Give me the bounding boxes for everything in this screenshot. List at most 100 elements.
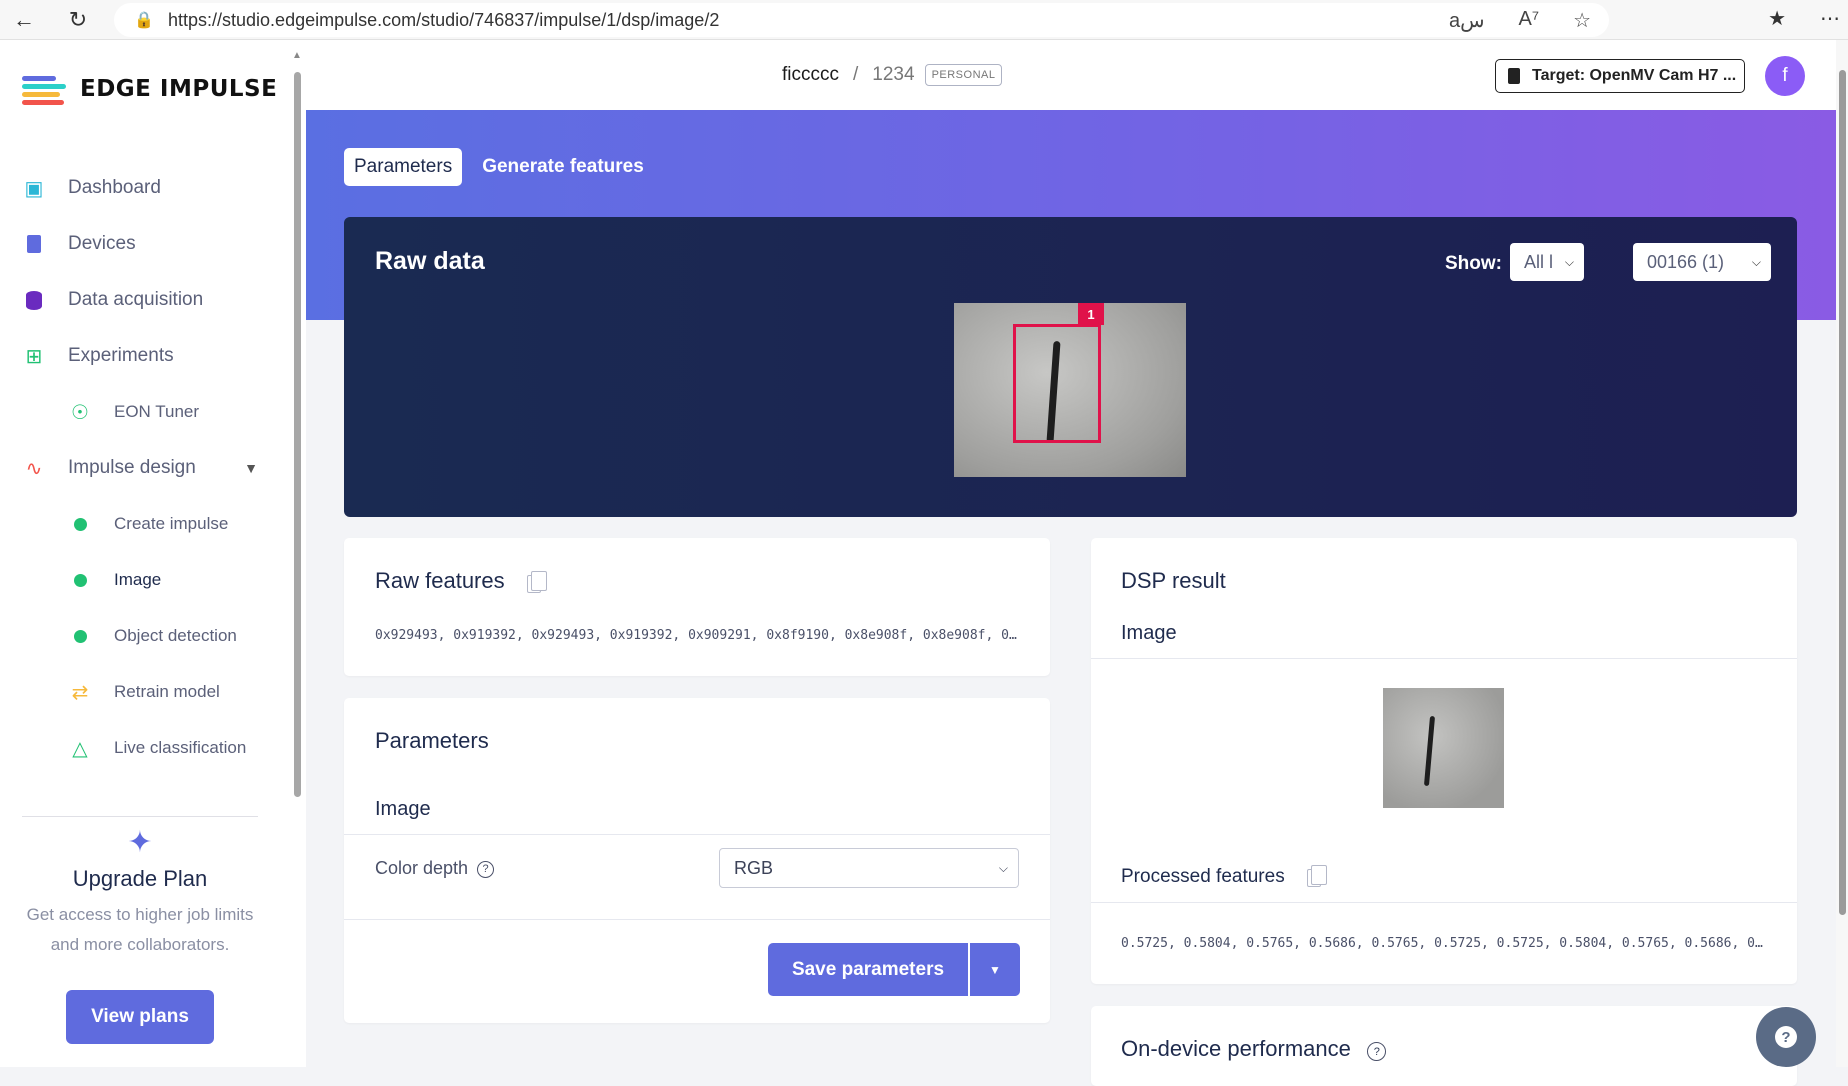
tab-bar: Parameters Generate features <box>344 148 654 186</box>
save-parameters-button[interactable]: Save parameters <box>768 943 968 996</box>
page-scrollbar[interactable] <box>1836 40 1848 1067</box>
help-icon[interactable]: ? <box>477 860 495 878</box>
sidebar-item-devices[interactable]: Devices <box>0 216 290 272</box>
help-chat-button[interactable]: ? <box>1756 1007 1816 1067</box>
project-owner[interactable]: ficcccc <box>782 64 839 86</box>
raw-data-title: Raw data <box>375 247 485 275</box>
refresh-icon[interactable]: ↻ <box>58 2 98 38</box>
translate-icon[interactable]: aس <box>1449 8 1485 33</box>
sidebar-item-experiments[interactable]: ⊞ Experiments <box>0 328 290 384</box>
sidebar-nav: ▣ Dashboard Devices Data acquisition ⊞ E… <box>0 160 290 776</box>
dsp-image-section-title: Image <box>1121 622 1177 644</box>
favorite-star-icon[interactable]: ☆ <box>1573 8 1591 33</box>
sidebar-item-impulse-design[interactable]: ∿ Impulse design ▼ <box>0 440 290 496</box>
database-icon <box>22 288 46 312</box>
dot-icon <box>68 624 92 648</box>
scroll-up-icon[interactable]: ▲ <box>292 50 302 61</box>
on-device-performance-card: On-device performance ? <box>1091 1006 1797 1086</box>
sidebar-item-dashboard[interactable]: ▣ Dashboard <box>0 160 290 216</box>
brand-name: EDGE IMPULSE <box>80 76 278 102</box>
divider <box>1091 902 1797 903</box>
browser-toolbar: ← ↻ 🔒 https://studio.edgeimpulse.com/stu… <box>0 0 1848 40</box>
address-bar[interactable]: 🔒 https://studio.edgeimpulse.com/studio/… <box>114 3 1609 37</box>
logo-icon <box>22 74 66 105</box>
question-icon: ? <box>1775 1026 1797 1048</box>
performance-header: On-device performance ? <box>1121 1036 1387 1062</box>
chip-icon <box>22 232 46 256</box>
raw-data-panel: Raw data Show: All l ⌵ 00166 (1) ⌵ 1 <box>344 217 1797 517</box>
compass-icon: ☉ <box>71 401 89 424</box>
help-icon[interactable]: ? <box>1367 1042 1387 1062</box>
scrollbar-thumb[interactable] <box>1839 70 1846 915</box>
sidebar-scrollbar[interactable]: ▲ <box>292 50 302 1060</box>
tab-parameters[interactable]: Parameters <box>344 148 463 186</box>
top-header: ficcccc / 1234 PERSONAL Target: OpenMV C… <box>306 40 1836 110</box>
project-id[interactable]: 1234 <box>872 64 914 86</box>
plan-badge: PERSONAL <box>924 64 1003 86</box>
chevron-down-icon: ⌵ <box>998 860 1008 875</box>
show-label: Show: <box>1445 253 1502 274</box>
sidebar-item-live-classification[interactable]: △ Live classification <box>0 720 290 776</box>
divider <box>1091 658 1797 659</box>
raw-features-title: Raw features <box>375 568 505 593</box>
brand-logo[interactable]: EDGE IMPULSE <box>22 74 278 105</box>
divider <box>344 919 1050 920</box>
sample-value: 00166 (1) <box>1647 251 1725 272</box>
lock-icon: 🔒 <box>134 12 154 29</box>
sidebar-item-image[interactable]: Image <box>0 552 290 608</box>
sidebar-item-label: Data acquisition <box>68 289 204 310</box>
sidebar-item-label: Dashboard <box>68 177 161 198</box>
sidebar-item-retrain-model[interactable]: ⇄ Retrain model <box>0 664 290 720</box>
scrollbar-thumb[interactable] <box>294 72 301 797</box>
back-icon[interactable]: ← <box>4 2 44 38</box>
target-label: Target: OpenMV Cam H7 ... <box>1532 67 1737 84</box>
save-options-caret[interactable]: ▼ <box>970 943 1020 996</box>
sidebar-item-create-impulse[interactable]: Create impulse <box>0 496 290 552</box>
target-device-button[interactable]: Target: OpenMV Cam H7 ... <box>1495 59 1745 93</box>
favorites-icon[interactable]: ★ <box>1768 6 1786 31</box>
dsp-result-title: DSP result <box>1121 568 1226 593</box>
divider <box>344 834 1050 835</box>
color-depth-select[interactable]: RGB ⌵ <box>719 848 1019 888</box>
monitor-icon: ▣ <box>24 177 44 200</box>
raw-features-card: Raw features 0x929493, 0x919392, 0x92949… <box>344 538 1050 676</box>
color-depth-label-text: Color depth <box>375 858 469 878</box>
sample-select[interactable]: 00166 (1) ⌵ <box>1633 243 1771 281</box>
table-icon: ⊞ <box>25 345 43 368</box>
copy-icon[interactable] <box>1307 864 1328 887</box>
upgrade-text: Get access to higher job limits and more… <box>26 905 254 954</box>
view-plans-button[interactable]: View plans <box>66 990 214 1044</box>
save-button-group: Save parameters ▼ <box>768 943 1020 996</box>
read-aloud-icon[interactable]: A⁷ <box>1518 8 1539 33</box>
chevron-down-icon[interactable]: ▼ <box>244 460 258 476</box>
color-depth-value: RGB <box>734 857 774 878</box>
chevron-down-icon: ⌵ <box>1751 254 1761 269</box>
show-filter-value: All l <box>1524 251 1554 272</box>
sidebar-item-label: Object detection <box>114 626 237 645</box>
sidebar-item-eon-tuner[interactable]: ☉ EON Tuner <box>0 384 290 440</box>
shuffle-icon: ⇄ <box>71 681 89 704</box>
tab-generate-features[interactable]: Generate features <box>472 148 654 186</box>
processed-image <box>1383 688 1504 808</box>
parameters-title: Parameters <box>375 728 489 753</box>
sidebar-item-object-detection[interactable]: Object detection <box>0 608 290 664</box>
bounding-box <box>1013 324 1101 443</box>
sidebar-item-label: Create impulse <box>114 514 229 533</box>
show-filter-select[interactable]: All l ⌵ <box>1510 243 1584 281</box>
divider <box>22 816 258 817</box>
avatar[interactable]: f <box>1765 56 1805 96</box>
chevron-down-icon: ⌵ <box>1564 254 1574 269</box>
sparkle-icon: ✦ <box>127 826 153 859</box>
copy-icon[interactable] <box>527 570 548 593</box>
dot-icon <box>68 512 92 536</box>
raw-features-values: 0x929493, 0x919392, 0x929493, 0x919392, … <box>375 628 1020 643</box>
sidebar-item-label: Devices <box>68 233 136 254</box>
pulse-icon: ∿ <box>25 457 43 480</box>
sidebar-item-data-acquisition[interactable]: Data acquisition <box>0 272 290 328</box>
more-menu-icon[interactable]: ⋯ <box>1820 6 1840 31</box>
sidebar-item-label: Experiments <box>68 345 174 366</box>
performance-title: On-device performance <box>1121 1036 1351 1061</box>
processed-features-values: 0.5725, 0.5804, 0.5765, 0.5686, 0.5765, … <box>1121 936 1769 951</box>
raw-sample-image: 1 <box>954 303 1186 477</box>
sidebar-item-label: EON Tuner <box>114 402 200 421</box>
